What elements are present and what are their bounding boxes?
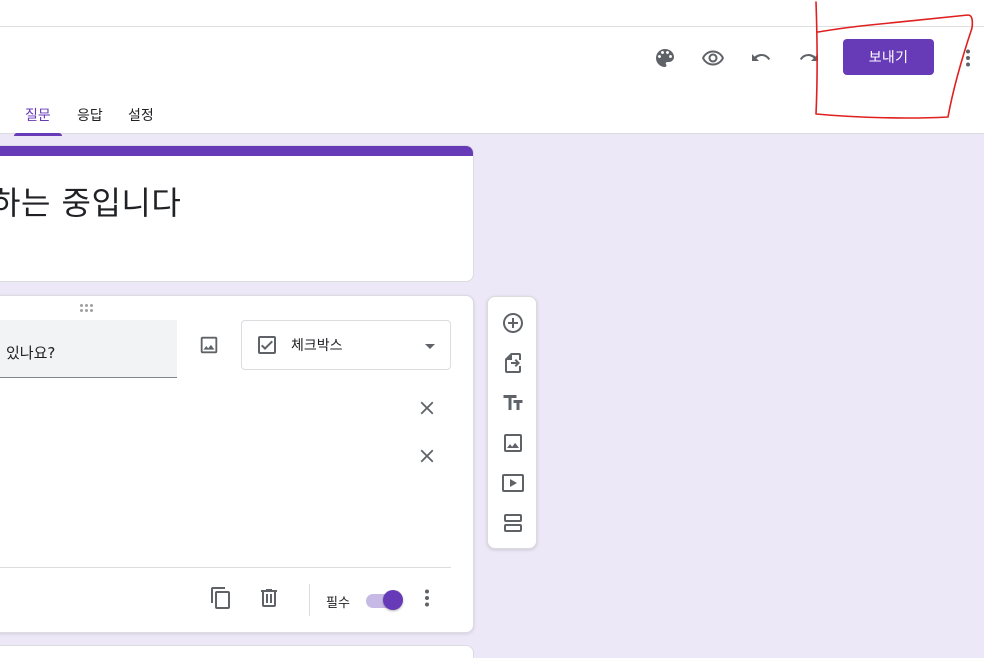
question-title-input[interactable]: 있나요? <box>0 320 177 378</box>
tab-responses[interactable]: 응답 <box>77 105 103 134</box>
remove-option-icon[interactable] <box>414 395 440 421</box>
dropdown-arrow-icon <box>418 334 442 358</box>
add-question-icon[interactable] <box>499 309 527 337</box>
add-image-icon[interactable] <box>499 429 527 457</box>
top-strip <box>0 0 984 27</box>
remove-option-icon[interactable] <box>414 443 440 469</box>
question-footer-divider <box>0 567 451 568</box>
tab-questions[interactable]: 질문 <box>14 105 62 136</box>
add-image-icon[interactable] <box>195 331 223 359</box>
import-questions-icon[interactable] <box>499 349 527 377</box>
required-toggle[interactable] <box>366 590 403 610</box>
redo-icon[interactable] <box>794 43 824 73</box>
eye-icon[interactable] <box>698 43 728 73</box>
tab-settings[interactable]: 설정 <box>128 105 154 134</box>
add-title-icon[interactable] <box>499 389 527 417</box>
question-type-select[interactable]: 체크박스 <box>241 320 451 370</box>
duplicate-icon[interactable] <box>207 584 235 612</box>
undo-icon[interactable] <box>746 43 776 73</box>
more-vert-icon[interactable] <box>953 43 983 73</box>
form-title-card[interactable]: 하는 중입니다 <box>0 145 474 282</box>
send-button[interactable]: 보내기 <box>843 39 934 75</box>
delete-icon[interactable] <box>255 584 283 612</box>
footer-separator <box>309 584 310 616</box>
more-vert-icon[interactable] <box>413 584 441 612</box>
form-title[interactable]: 하는 중입니다 <box>0 178 181 224</box>
title-card-accent-bar <box>0 146 473 156</box>
checkbox-icon <box>255 333 279 357</box>
question-card[interactable]: 있나요? 체크박스 필수 <box>0 295 474 633</box>
next-question-card[interactable] <box>0 645 474 658</box>
drag-handle-icon[interactable] <box>80 304 98 314</box>
required-label: 필수 <box>326 596 350 611</box>
add-video-icon[interactable] <box>499 469 527 497</box>
palette-icon[interactable] <box>650 43 680 73</box>
question-type-label: 체크박스 <box>291 338 343 354</box>
form-tabs: 질문 응답 설정 <box>0 99 400 136</box>
side-toolbar <box>487 296 537 549</box>
add-section-icon[interactable] <box>499 509 527 537</box>
form-header: 보내기 질문 응답 설정 <box>0 27 984 136</box>
